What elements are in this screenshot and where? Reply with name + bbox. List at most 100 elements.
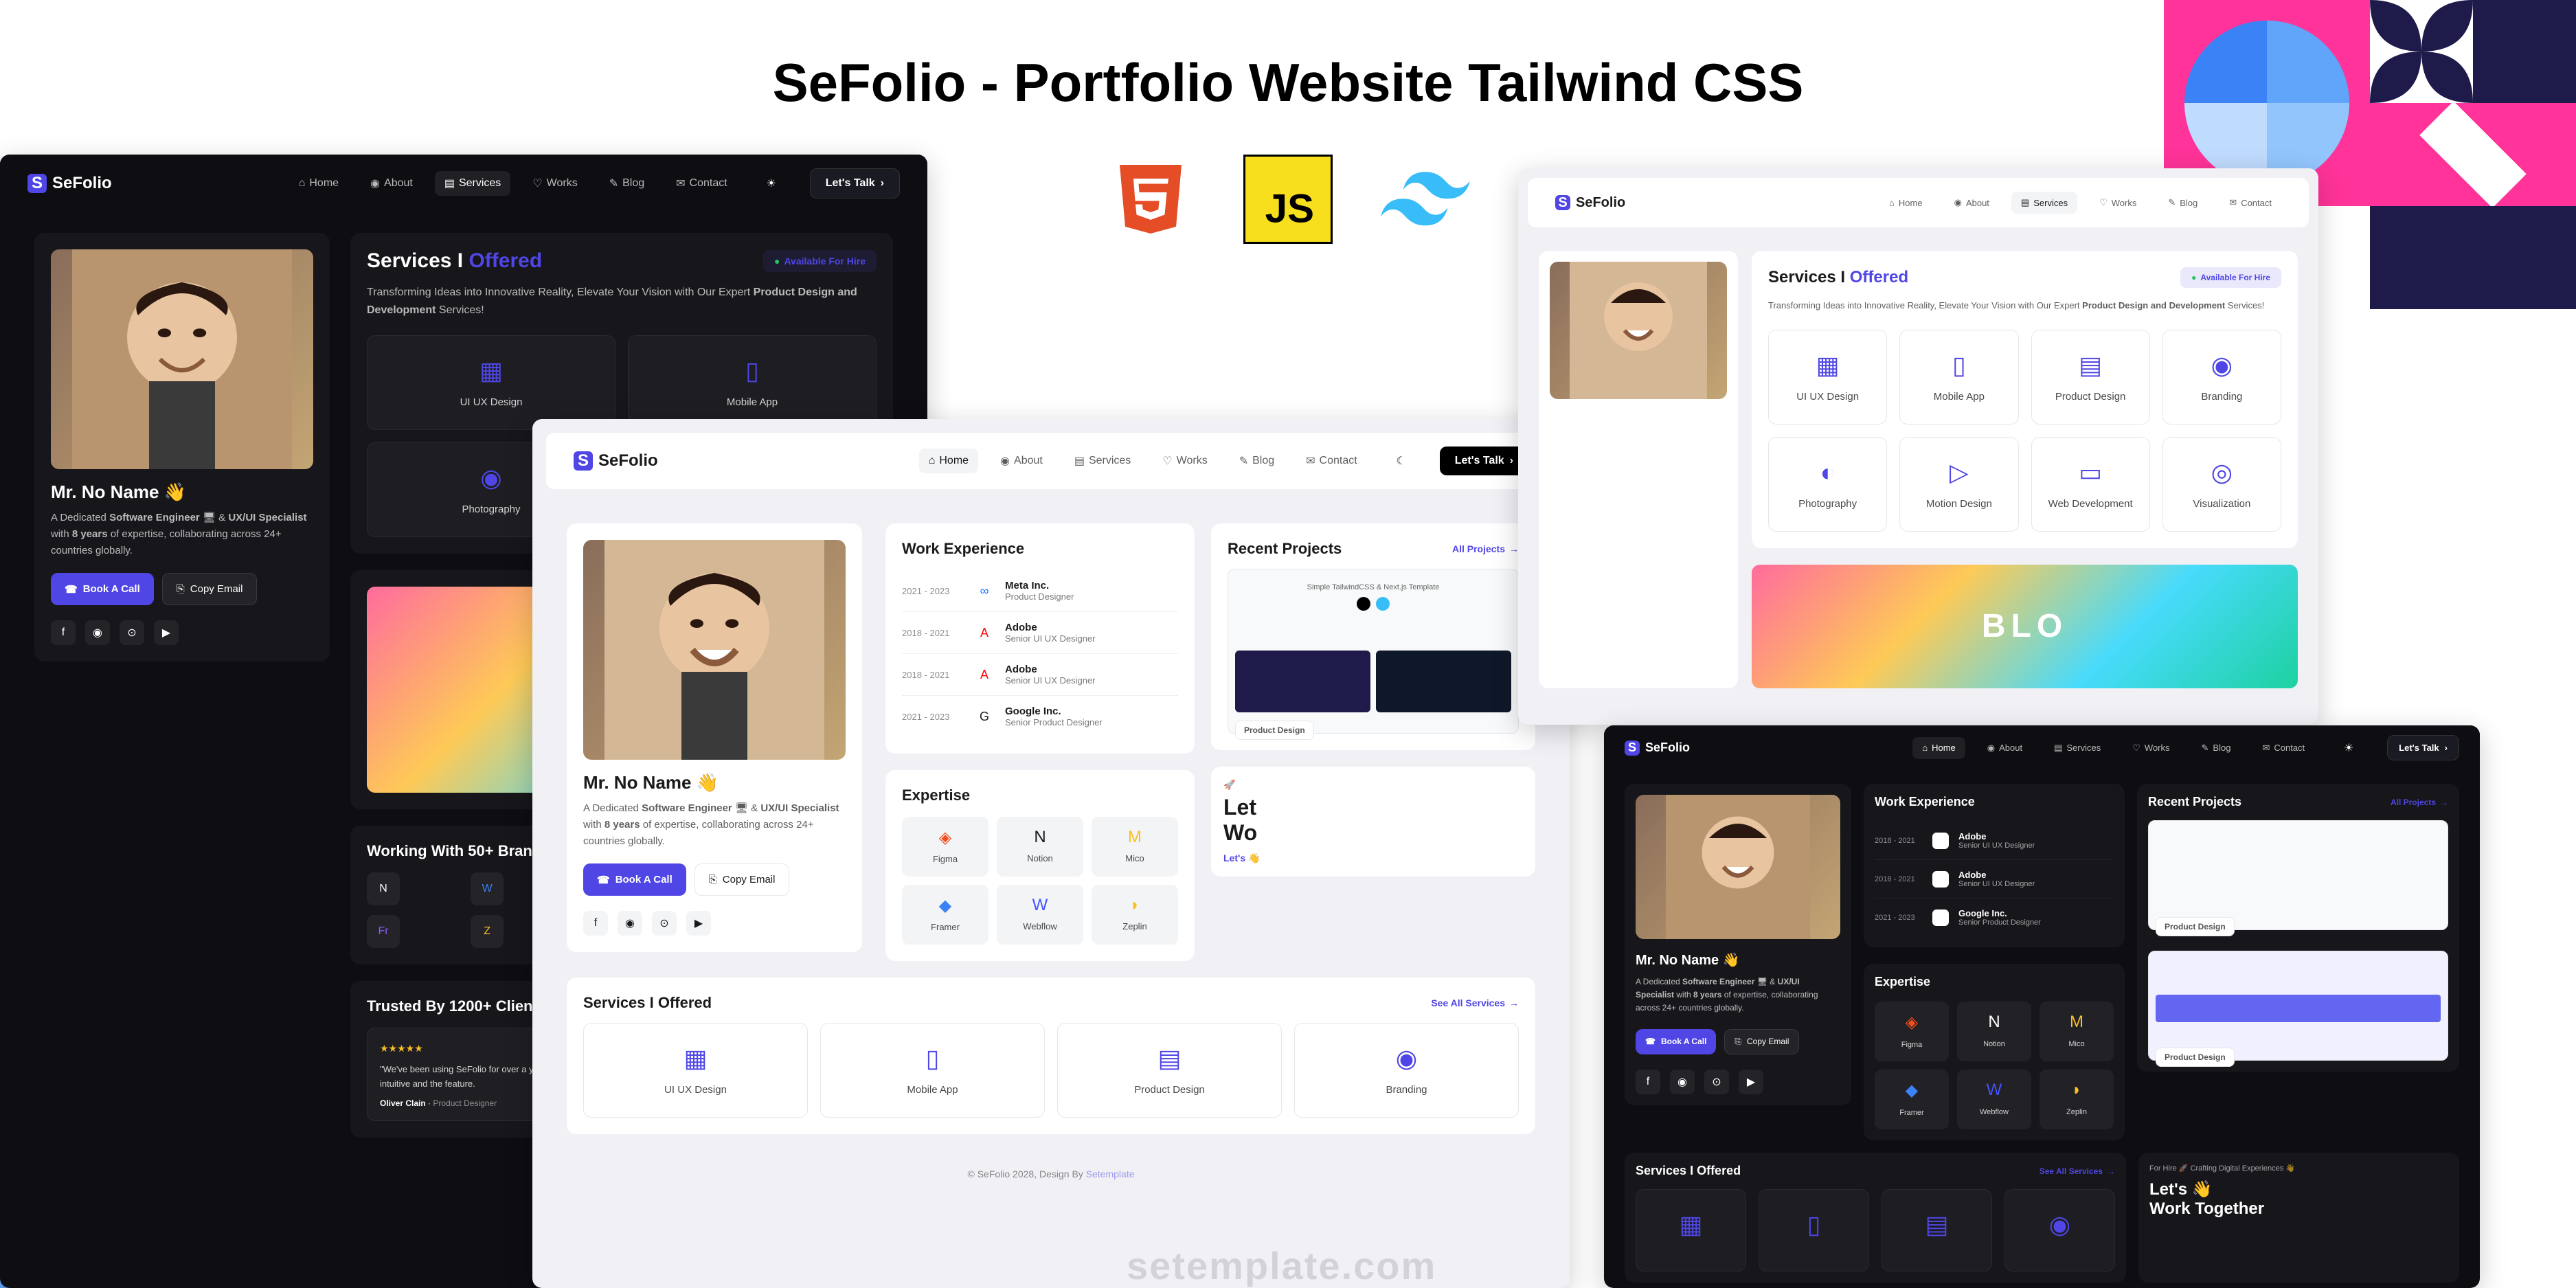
facebook-icon[interactable]: f [51,620,76,645]
facebook-icon[interactable]: f [1636,1070,1660,1094]
nav-services[interactable]: ▤Services [435,171,510,196]
lets-talk-button[interactable]: Let's Talk› [2387,735,2459,760]
lets-work-teaser: 🚀 LetWo Let's 👋 [1211,767,1535,877]
copy-email-button[interactable]: ⎘Copy Email [162,573,258,605]
nav-about[interactable]: ◉About [991,449,1052,473]
preview-light-main: SSeFolio ⌂Home ◉About ▤Services ♡Works ✎… [532,419,1570,1288]
logo[interactable]: SSeFolio [27,174,112,193]
pinterest-icon[interactable]: ◉ [618,911,642,936]
page-title: SeFolio - Portfolio Website Tailwind CSS [773,52,1804,114]
nav-about[interactable]: ◉About [1945,192,1999,214]
nav-contact[interactable]: ✉Contact [1296,449,1367,473]
theme-toggle[interactable]: ☾ [1389,449,1414,473]
nav-home[interactable]: ⌂Home [1879,192,1932,214]
project-thumbnail[interactable]: Product Design [2148,951,2448,1061]
youtube-icon[interactable]: ▶ [154,620,179,645]
nav-services[interactable]: ▤Services [1065,449,1140,473]
book-call-button[interactable]: ☎Book A Call [583,863,686,896]
see-all-services-link[interactable]: See All Services→ [2040,1166,2115,1176]
services-description: Transforming Ideas into Innovative Reali… [1768,299,2281,313]
book-call-button[interactable]: ☎Book A Call [51,573,154,605]
nav-contact[interactable]: ✉Contact [2252,737,2314,759]
book-call-button[interactable]: ☎Book A Call [1636,1029,1716,1054]
theme-toggle[interactable]: ☀ [759,171,784,196]
tool-card: WWebflow [1957,1070,2031,1129]
services-title: Services I Offered [367,249,542,273]
footer-link[interactable]: Setemplate [1086,1168,1135,1179]
theme-toggle[interactable]: ☀ [2336,736,2361,760]
nav-works[interactable]: ♡Works [1153,449,1217,473]
nav-blog[interactable]: ✎Blog [2192,737,2241,759]
nav-works[interactable]: ♡Works [2090,192,2146,214]
nav-home[interactable]: ⌂Home [1912,737,1965,759]
service-card[interactable]: ▦UI UX Design [1768,330,1887,425]
github-icon[interactable]: ⊙ [1704,1070,1729,1094]
github-icon[interactable]: ⊙ [120,620,144,645]
profile-card: Mr. No Name 👋 A Dedicated Software Engin… [567,523,862,952]
service-card[interactable]: ▷Motion Design [1899,437,2018,532]
lets-talk-button[interactable]: Let's Talk› [810,168,900,199]
service-card[interactable]: ▦UI UX Design [583,1023,808,1118]
profile-card [1539,251,1738,688]
nav-about[interactable]: ◉About [361,171,422,196]
project-thumbnail[interactable]: Product Design [2148,820,2448,930]
pinterest-icon[interactable]: ◉ [1670,1070,1695,1094]
nav-blog[interactable]: ✎Blog [2158,192,2207,214]
see-all-services-link[interactable]: See All Services→ [1431,997,1519,1008]
service-card[interactable]: ▤Product Design [2031,330,2150,425]
logo[interactable]: SSeFolio [574,451,658,471]
service-card[interactable]: ▤ [1882,1189,1992,1272]
profile-description: A Dedicated Software Engineer 🖥 & UX/UI … [51,510,313,559]
tool-card: ◆Framer [902,885,988,945]
nav-blog[interactable]: ✎Blog [600,171,654,196]
profile-card: Mr. No Name 👋 A Dedicated Software Engin… [34,233,330,662]
service-card[interactable]: ▦UI UX Design [367,335,615,430]
service-card[interactable]: ▦ [1636,1189,1746,1272]
service-card[interactable]: ▯Mobile App [1899,330,2018,425]
nav-contact[interactable]: ✉Contact [2219,192,2281,214]
all-projects-link[interactable]: All Projects→ [1452,543,1519,554]
github-icon[interactable]: ⊙ [652,911,677,936]
google-icon: G [973,705,995,727]
experience-row: 2021 - 2023 G Google Inc.Senior Product … [902,696,1178,737]
logo[interactable]: SSeFolio [1555,195,1625,211]
youtube-icon[interactable]: ▶ [1739,1070,1763,1094]
copy-email-button[interactable]: ⎘Copy Email [694,863,790,896]
copy-email-button[interactable]: ⎘Copy Email [1724,1029,1799,1054]
blog-banner[interactable]: BLO [1752,565,2298,688]
pinterest-icon[interactable]: ◉ [85,620,110,645]
nav-blog[interactable]: ✎Blog [1230,449,1284,473]
tool-card: NNotion [1957,1002,2031,1061]
service-card[interactable]: ▤Product Design [1057,1023,1282,1118]
nav-about[interactable]: ◉About [1978,737,2032,759]
youtube-icon[interactable]: ▶ [686,911,711,936]
logo[interactable]: SSeFolio [1625,741,1690,756]
service-card[interactable]: ◐Photography [1768,437,1887,532]
nav-home[interactable]: ⌂Home [289,171,348,196]
lets-talk-button[interactable]: Let's Talk› [1440,447,1528,475]
services-offered-section: Services I Offered See All Services→ ▦UI… [567,978,1535,1134]
service-card[interactable]: ◉Branding [1294,1023,1519,1118]
service-card[interactable]: ▭Web Development [2031,437,2150,532]
nav-services[interactable]: ▤Services [2044,737,2110,759]
project-tag: Product Design [2156,1048,2235,1067]
nav-home[interactable]: ⌂Home [919,449,978,473]
nav-contact[interactable]: ✉Contact [666,171,737,196]
nav-works[interactable]: ♡Works [523,171,587,196]
brand-logo: Z [471,915,504,948]
lets-talk-link[interactable]: Let's 👋 [1223,852,1523,864]
adobe-icon: A [1932,833,1949,849]
project-thumbnail[interactable]: Simple TailwindCSS & Next.js Template Pr… [1228,569,1519,734]
all-projects-link[interactable]: All Projects→ [2391,798,2448,807]
nav-services[interactable]: ▤Services [2011,192,2077,214]
nav-works[interactable]: ♡Works [2123,737,2179,759]
service-card[interactable]: ▯Mobile App [820,1023,1045,1118]
service-card[interactable]: ◎Visualization [2162,437,2281,532]
service-card[interactable]: ◉Branding [2162,330,2281,425]
facebook-icon[interactable]: f [583,911,608,936]
services-title: Services I Offered [1768,268,1908,287]
service-card[interactable]: ◉ [2004,1189,2115,1272]
service-card[interactable]: ▯Mobile App [628,335,877,430]
tech-icons-row: JS [1106,155,1470,244]
service-card[interactable]: ▯ [1759,1189,1869,1272]
